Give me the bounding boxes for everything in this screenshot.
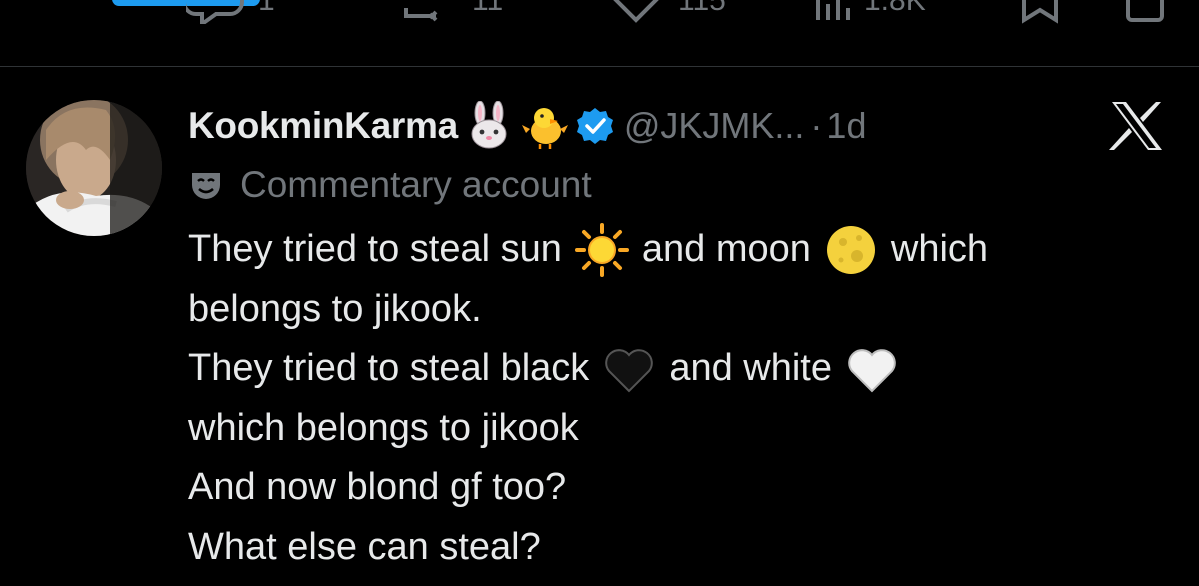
tweet-text-fragment: And now blond gf too? — [188, 466, 567, 508]
like-count: 115 — [678, 0, 726, 17]
rabbit-face-emoji — [464, 101, 514, 151]
tweet-header: KookminKarma @JKJMK... · 1d — [188, 98, 866, 154]
tweet-text-fragment: belongs to jikook. — [188, 287, 482, 330]
like-icon — [606, 0, 666, 24]
separator-dot: · — [810, 105, 823, 146]
account-label-text: Commentary account — [240, 164, 592, 205]
tweet-text-fragment: and moon — [641, 228, 811, 270]
bookmark-button[interactable] — [1018, 0, 1062, 24]
tweet-text-fragment: and white — [669, 347, 832, 389]
repost-icon — [400, 0, 460, 24]
theater-masks-icon — [192, 173, 220, 199]
tweet-line: They tried to steal sun and moon which — [188, 220, 1178, 280]
tweet-age[interactable]: 1d — [826, 105, 866, 147]
moon-emoji — [823, 222, 879, 278]
tweet-line: They tried to steal black and white — [188, 339, 1178, 399]
views-count: 1.8K — [864, 0, 926, 17]
verified-badge-icon — [576, 107, 614, 145]
avatar[interactable] — [26, 100, 162, 236]
tweet-text: They tried to steal sun and moon which b… — [188, 220, 1178, 577]
avatar-image — [26, 100, 162, 236]
reply-count: 1 — [258, 0, 275, 17]
tweet-action-bar: 1 11 115 1.8K — [0, 0, 1199, 67]
white-heart-emoji — [844, 341, 900, 397]
x-logo-icon[interactable] — [1108, 100, 1166, 152]
sun-emoji — [574, 222, 630, 278]
tweet-text-fragment: They tried to steal black — [188, 347, 590, 389]
display-name[interactable]: KookminKarma — [188, 105, 458, 147]
reply-button[interactable]: 1 — [186, 0, 275, 24]
tweet-line: belongs to jikook. — [188, 280, 1178, 340]
share-icon — [1122, 0, 1168, 24]
tweet-text-fragment: They tried to steal sun — [188, 228, 562, 270]
reply-icon — [186, 0, 246, 24]
tweet-text-fragment: which belongs to jikook — [188, 406, 579, 449]
repost-count: 11 — [472, 0, 504, 17]
views-button[interactable]: 1.8K — [812, 0, 926, 24]
tweet-line: which belongs to jikook — [188, 399, 1178, 459]
tweet-line: What else can steal? — [188, 518, 1178, 578]
tweet-text-fragment: What else can steal? — [188, 525, 541, 568]
tweet-text-fragment: which — [890, 228, 989, 270]
views-icon — [812, 0, 852, 24]
share-button[interactable] — [1122, 0, 1168, 24]
user-handle[interactable]: @JKJMK... — [624, 105, 805, 147]
baby-chick-emoji — [520, 101, 570, 151]
repost-button[interactable]: 11 — [400, 0, 503, 24]
bookmark-icon — [1018, 0, 1062, 24]
account-label[interactable]: Commentary account — [188, 160, 592, 210]
black-heart-emoji — [601, 341, 657, 397]
like-button[interactable]: 115 — [606, 0, 726, 24]
tweet-line: And now blond gf too? — [188, 458, 1178, 518]
